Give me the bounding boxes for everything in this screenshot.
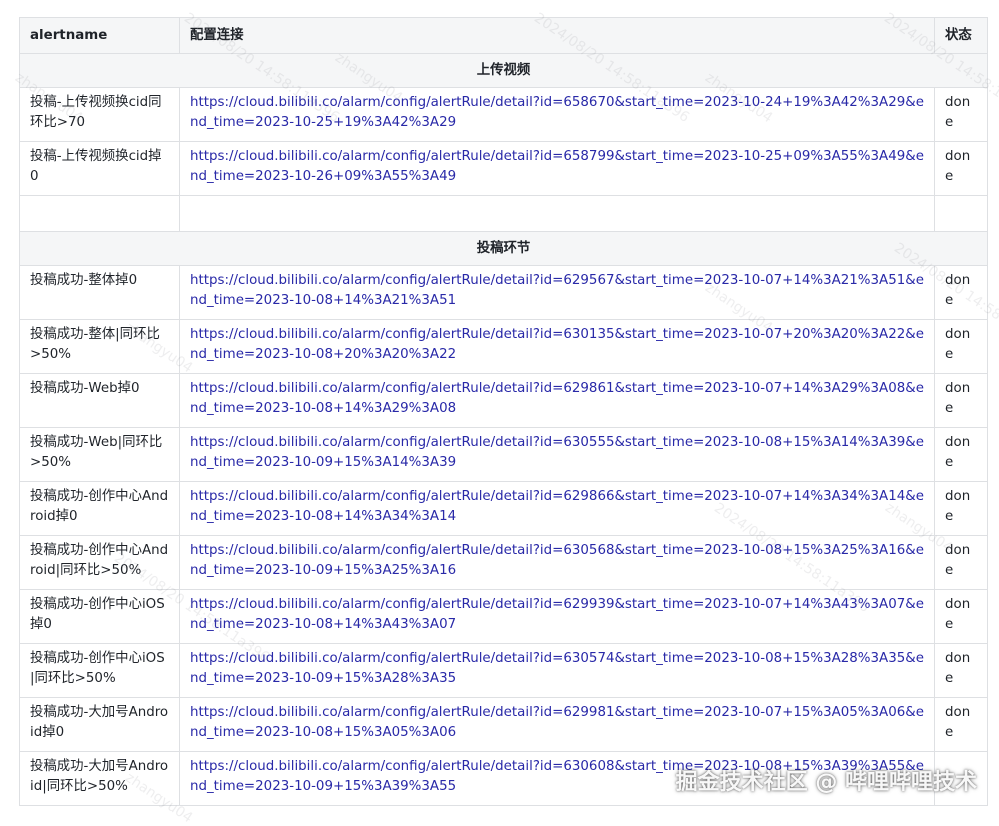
- section-header-row: 上传视频: [19, 53, 988, 88]
- config-link-cell: [179, 195, 935, 232]
- header-alertname: alertname: [19, 17, 180, 54]
- table-row: 投稿成功-创作中心Android掉0 https://cloud.bilibili…: [19, 481, 988, 536]
- alertname-cell: 投稿成功-整体掉0: [19, 265, 180, 320]
- alert-config-table: alertname 配置连接 状态 上传视频 投稿-上传视频换cid同环比>70 h…: [19, 17, 988, 806]
- alert-rule-link[interactable]: https://cloud.bilibili.co/alarm/config/a…: [190, 651, 924, 686]
- alert-rule-link[interactable]: https://cloud.bilibili.co/alarm/config/a…: [190, 149, 924, 184]
- status-cell: done: [934, 265, 988, 320]
- table-header-row: alertname 配置连接 状态: [19, 17, 988, 54]
- table-body: 上传视频 投稿-上传视频换cid同环比>70 https://cloud.bilib…: [19, 53, 988, 806]
- alert-rule-link[interactable]: https://cloud.bilibili.co/alarm/config/a…: [190, 327, 924, 362]
- alert-rule-link[interactable]: https://cloud.bilibili.co/alarm/config/a…: [190, 705, 924, 740]
- alert-rule-link[interactable]: https://cloud.bilibili.co/alarm/config/a…: [190, 597, 924, 632]
- alertname-cell: 投稿-上传视频换cid掉0: [19, 141, 180, 196]
- alert-rule-link[interactable]: https://cloud.bilibili.co/alarm/config/a…: [190, 435, 924, 470]
- status-cell: done: [934, 427, 988, 482]
- status-cell: done: [934, 319, 988, 374]
- alertname-cell: 投稿成功-Web掉0: [19, 373, 180, 428]
- status-cell: done: [934, 87, 988, 142]
- alertname-cell: 投稿成功-Web|同环比>50%: [19, 427, 180, 482]
- status-cell: done: [934, 589, 988, 644]
- alertname-cell: 投稿成功-整体|同环比>50%: [19, 319, 180, 374]
- alertname-cell: 投稿成功-创作中心iOS|同环比>50%: [19, 643, 180, 698]
- alert-rule-link[interactable]: https://cloud.bilibili.co/alarm/config/a…: [190, 489, 924, 524]
- status-cell: done: [934, 141, 988, 196]
- alert-rule-link[interactable]: https://cloud.bilibili.co/alarm/config/a…: [190, 381, 924, 416]
- config-link-cell: https://cloud.bilibili.co/alarm/config/a…: [179, 87, 935, 142]
- config-link-cell: https://cloud.bilibili.co/alarm/config/a…: [179, 373, 935, 428]
- config-link-cell: https://cloud.bilibili.co/alarm/config/a…: [179, 427, 935, 482]
- status-cell: [934, 195, 988, 232]
- table-row: 投稿-上传视频换cid同环比>70 https://cloud.bilibili.…: [19, 87, 988, 142]
- config-link-cell: https://cloud.bilibili.co/alarm/config/a…: [179, 141, 935, 196]
- config-link-cell: https://cloud.bilibili.co/alarm/config/a…: [179, 697, 935, 752]
- config-link-cell: https://cloud.bilibili.co/alarm/config/a…: [179, 481, 935, 536]
- status-cell: done: [934, 373, 988, 428]
- config-link-cell: https://cloud.bilibili.co/alarm/config/a…: [179, 265, 935, 320]
- alertname-cell: 投稿-上传视频换cid同环比>70: [19, 87, 180, 142]
- table-row: 投稿成功-大加号Android掉0 https://cloud.bilibili.…: [19, 697, 988, 752]
- alertname-cell: 投稿成功-创作中心iOS掉0: [19, 589, 180, 644]
- table-row: 投稿成功-整体掉0 https://cloud.bilibili.co/alarm…: [19, 265, 988, 320]
- alertname-cell: 投稿成功-创作中心Android掉0: [19, 481, 180, 536]
- alertname-cell: [19, 195, 180, 232]
- alertname-cell: 投稿成功-创作中心Android|同环比>50%: [19, 535, 180, 590]
- header-config-link: 配置连接: [179, 17, 935, 54]
- alert-rule-link[interactable]: https://cloud.bilibili.co/alarm/config/a…: [190, 543, 924, 578]
- alert-rule-link[interactable]: https://cloud.bilibili.co/alarm/config/a…: [190, 273, 924, 308]
- status-cell: done: [934, 481, 988, 536]
- table-row: 投稿成功-创作中心Android|同环比>50% https://cloud.bi…: [19, 535, 988, 590]
- section-header-row: 投稿环节: [19, 231, 988, 266]
- config-link-cell: https://cloud.bilibili.co/alarm/config/a…: [179, 589, 935, 644]
- corner-watermark: 掘金技术社区 @ 哔哩哔哩技术: [675, 770, 977, 795]
- table-row: [19, 195, 988, 232]
- table-row: 投稿成功-创作中心iOS|同环比>50% https://cloud.bilibi…: [19, 643, 988, 698]
- table-row: 投稿成功-Web掉0 https://cloud.bilibili.co/alar…: [19, 373, 988, 428]
- table-row: 投稿成功-整体|同环比>50% https://cloud.bilibili.co…: [19, 319, 988, 374]
- config-link-cell: https://cloud.bilibili.co/alarm/config/a…: [179, 643, 935, 698]
- table-row: 投稿-上传视频换cid掉0 https://cloud.bilibili.co/a…: [19, 141, 988, 196]
- section-title: 上传视频: [19, 53, 988, 88]
- status-cell: done: [934, 643, 988, 698]
- section-title: 投稿环节: [19, 231, 988, 266]
- config-link-cell: https://cloud.bilibili.co/alarm/config/a…: [179, 319, 935, 374]
- header-status: 状态: [934, 17, 988, 54]
- table-row: 投稿成功-创作中心iOS掉0 https://cloud.bilibili.co/…: [19, 589, 988, 644]
- alert-rule-link[interactable]: https://cloud.bilibili.co/alarm/config/a…: [190, 95, 924, 130]
- alertname-cell: 投稿成功-大加号Android|同环比>50%: [19, 751, 180, 806]
- config-link-cell: https://cloud.bilibili.co/alarm/config/a…: [179, 535, 935, 590]
- table-row: 投稿成功-Web|同环比>50% https://cloud.bilibili.c…: [19, 427, 988, 482]
- alertname-cell: 投稿成功-大加号Android掉0: [19, 697, 180, 752]
- status-cell: done: [934, 535, 988, 590]
- status-cell: done: [934, 697, 988, 752]
